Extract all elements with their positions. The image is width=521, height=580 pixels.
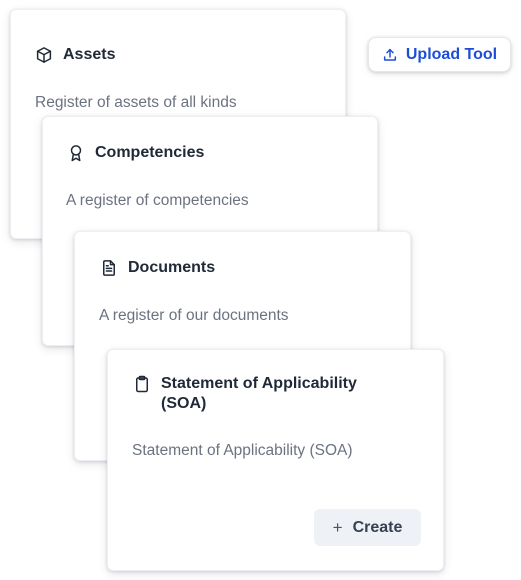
card-description: A register of our documents — [99, 307, 289, 324]
card-description: A register of competencies — [66, 192, 249, 209]
upload-tool-button[interactable]: Upload Tool — [368, 37, 511, 72]
card-title: Competencies — [95, 144, 205, 161]
tool-card-stack: Assets Register of assets of all kinds U… — [0, 0, 521, 580]
clipboard-icon — [133, 375, 151, 393]
card-title: Statement of Applicability (SOA) — [161, 375, 357, 412]
upload-tool-label: Upload Tool — [405, 45, 498, 63]
card-header: Statement of Applicability (SOA) — [133, 374, 403, 414]
card-header: Documents — [100, 258, 215, 278]
cube-icon — [35, 46, 53, 64]
plus-icon: + — [332, 517, 343, 537]
create-label: Create — [352, 518, 403, 536]
create-button[interactable]: + Create — [314, 509, 421, 546]
card-description: Register of assets of all kinds — [35, 94, 237, 111]
card-title: Documents — [128, 259, 216, 276]
document-icon — [100, 259, 118, 277]
card-header: Assets — [35, 45, 115, 65]
award-icon — [67, 144, 85, 162]
card-title: Assets — [63, 46, 116, 63]
card-description: Statement of Applicability (SOA) — [132, 442, 353, 459]
upload-icon — [382, 47, 398, 63]
card-header: Competencies — [67, 143, 204, 163]
card-statement-of-applicability[interactable]: Statement of Applicability (SOA) Stateme… — [107, 349, 444, 571]
